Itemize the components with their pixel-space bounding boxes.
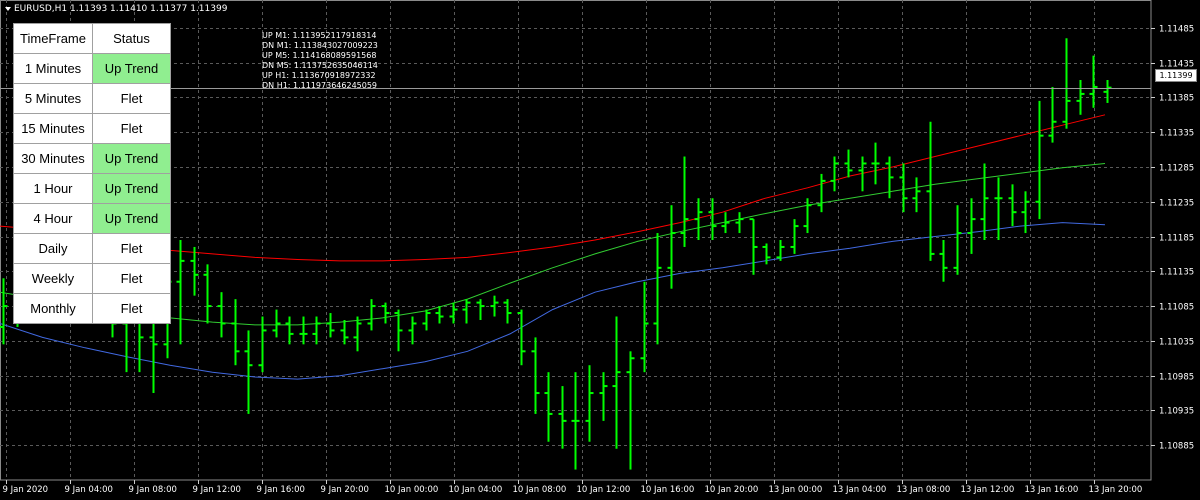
y-tick-label: 1.11085: [1159, 303, 1194, 313]
y-tick-label: 1.11185: [1159, 234, 1194, 244]
table-row: 15 Minutes Flet: [13, 113, 171, 144]
table-row: Weekly Flet: [13, 263, 171, 294]
timeframe-cell: Weekly: [13, 263, 93, 294]
table-row: 4 Hour Up Trend: [13, 203, 171, 234]
x-tick-label: 13 Jan 16:00: [1025, 485, 1079, 495]
table-row: 1 Minutes Up Trend: [13, 53, 171, 84]
x-tick-label: 13 Jan 04:00: [833, 485, 887, 495]
table-header-row: TimeFrame Status: [13, 23, 171, 54]
timeframe-trend-table: TimeFrame Status 1 Minutes Up Trend 5 Min…: [13, 23, 171, 324]
x-tick-label: 9 Jan 04:00: [65, 485, 113, 495]
y-tick-label: 1.10885: [1159, 442, 1194, 452]
timeframe-cell: 5 Minutes: [13, 83, 93, 114]
table-row: Monthly Flet: [13, 293, 171, 324]
status-cell: Up Trend: [92, 203, 171, 234]
x-tick-label: 9 Jan 2020: [3, 485, 49, 495]
price-chart[interactable]: 1.11485 1.11435 1.11385 1.11335 1.11285 1.112…: [0, 0, 1200, 500]
x-tick-label: 9 Jan 08:00: [129, 485, 177, 495]
symbol-title-text: EURUSD,H1 1.11393 1.11410 1.11377 1.1139…: [14, 4, 228, 14]
x-tick-label: 9 Jan 12:00: [193, 485, 241, 495]
y-tick-label: 1.11435: [1159, 60, 1194, 70]
level-dn-m5: DN M5: 1.113752635046114: [262, 61, 378, 70]
x-tick-label: 10 Jan 12:00: [577, 485, 631, 495]
status-cell: Flet: [92, 293, 171, 324]
status-cell: Flet: [92, 263, 171, 294]
table-row: 1 Hour Up Trend: [13, 173, 171, 204]
y-tick-label: 1.11285: [1159, 164, 1194, 174]
table-row: Daily Flet: [13, 233, 171, 264]
status-cell: Up Trend: [92, 173, 171, 204]
level-readout: UP M1: 1.113952117918314 DN M1: 1.113843…: [262, 31, 378, 91]
x-tick-label: 13 Jan 12:00: [961, 485, 1015, 495]
table-row: 5 Minutes Flet: [13, 83, 171, 114]
y-tick-label: 1.11135: [1159, 268, 1194, 278]
status-cell: Up Trend: [92, 143, 171, 174]
y-tick-label: 1.11335: [1159, 129, 1194, 139]
x-tick-label: 9 Jan 16:00: [257, 485, 305, 495]
status-cell: Flet: [92, 113, 171, 144]
current-price-tag: 1.11399: [1155, 69, 1197, 82]
timeframe-cell: 15 Minutes: [13, 113, 93, 144]
x-tick-label: 13 Jan 08:00: [897, 485, 951, 495]
timeframe-cell: 1 Hour: [13, 173, 93, 204]
level-dn-h1: DN H1: 1.111973646245059: [262, 81, 378, 90]
level-up-m5: UP M5: 1.114168089591568: [262, 51, 377, 60]
timeframe-cell: Monthly: [13, 293, 93, 324]
status-cell: Up Trend: [92, 53, 171, 84]
status-cell: Flet: [92, 83, 171, 114]
x-tick-label: 10 Jan 08:00: [513, 485, 567, 495]
y-tick-label: 1.10935: [1159, 407, 1194, 417]
timeframe-cell: 1 Minutes: [13, 53, 93, 84]
x-tick-label: 13 Jan 00:00: [769, 485, 823, 495]
level-up-m1: UP M1: 1.113952117918314: [262, 31, 377, 40]
status-cell: Flet: [92, 233, 171, 264]
x-tick-label: 10 Jan 00:00: [385, 485, 439, 495]
y-tick-label: 1.11235: [1159, 199, 1194, 209]
level-up-h1: UP H1: 1.113670918972332: [262, 71, 376, 80]
chart-symbol-header: EURUSD,H1 1.11393 1.11410 1.11377 1.1139…: [5, 4, 227, 14]
y-tick-label: 1.11035: [1159, 338, 1194, 348]
header-timeframe: TimeFrame: [13, 23, 93, 54]
timeframe-cell: 30 Minutes: [13, 143, 93, 174]
y-tick-label: 1.11385: [1159, 94, 1194, 104]
x-tick-label: 9 Jan 20:00: [321, 485, 369, 495]
x-tick-label: 10 Jan 04:00: [449, 485, 503, 495]
x-tick-label: 13 Jan 20:00: [1089, 485, 1143, 495]
y-tick-label: 1.10985: [1159, 373, 1194, 383]
x-tick-label: 10 Jan 20:00: [705, 485, 759, 495]
table-row: 30 Minutes Up Trend: [13, 143, 171, 174]
level-dn-m1: DN M1: 1.113843027009223: [262, 41, 378, 50]
y-tick-label: 1.11485: [1159, 25, 1194, 35]
timeframe-cell: 4 Hour: [13, 203, 93, 234]
timeframe-cell: Daily: [13, 233, 93, 264]
header-status: Status: [92, 23, 171, 54]
collapse-triangle-icon: [5, 6, 11, 11]
x-tick-label: 10 Jan 16:00: [641, 485, 695, 495]
